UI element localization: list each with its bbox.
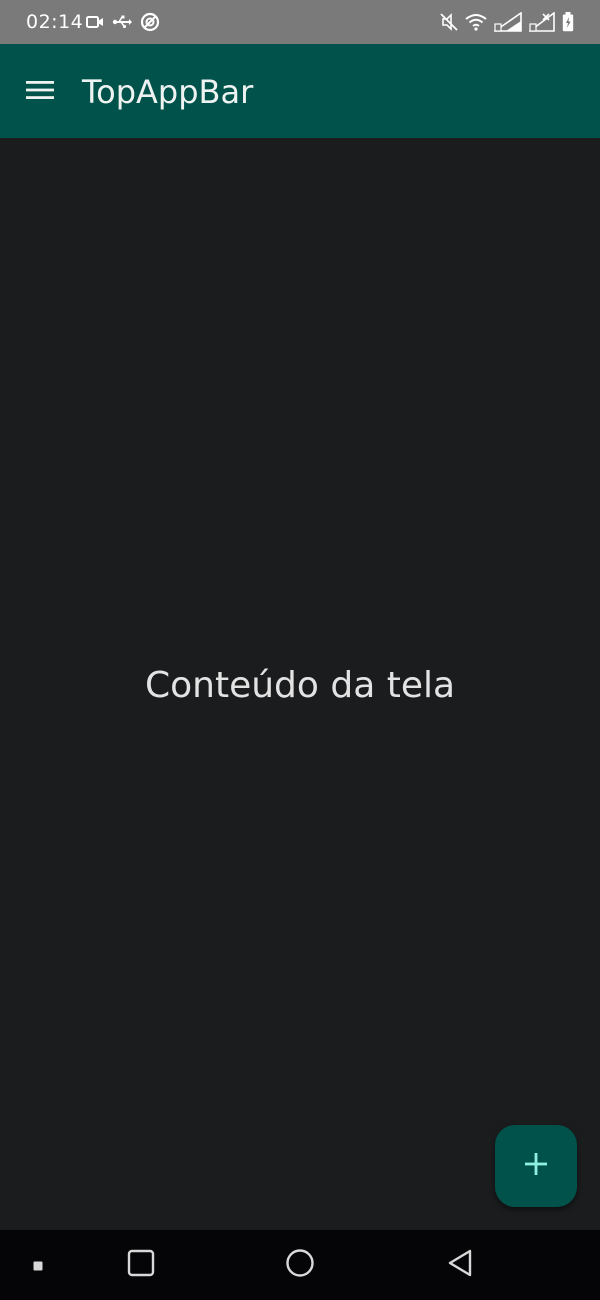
recents-button[interactable] <box>22 1230 54 1300</box>
system-nav-bar <box>0 1230 600 1300</box>
plus-icon <box>524 1152 548 1180</box>
signal-no-data-icon <box>529 12 555 32</box>
status-bar: 02:14 <box>0 0 600 44</box>
home-circle-icon <box>285 1248 315 1282</box>
back-triangle-icon <box>447 1248 473 1282</box>
overview-button[interactable] <box>120 1230 162 1300</box>
status-right-icons <box>440 11 574 33</box>
app-title: TopAppBar <box>82 73 254 111</box>
status-left-icons <box>86 11 160 33</box>
back-button[interactable] <box>440 1230 480 1300</box>
recents-dot-icon <box>33 1256 43 1275</box>
status-time: 02:14 <box>26 11 84 33</box>
menu-button[interactable] <box>20 72 60 112</box>
overview-square-icon <box>127 1249 155 1281</box>
usb-icon <box>112 15 132 29</box>
home-button[interactable] <box>279 1230 321 1300</box>
video-icon <box>86 15 104 29</box>
menu-icon <box>26 79 54 105</box>
wifi-icon <box>465 13 487 31</box>
content-text: Conteúdo da tela <box>144 665 456 706</box>
top-app-bar: TopAppBar <box>0 44 600 138</box>
add-fab-button[interactable] <box>495 1125 577 1207</box>
battery-icon <box>562 12 574 32</box>
signal-icon <box>494 12 522 32</box>
sync-icon <box>140 12 160 32</box>
mute-icon <box>440 13 458 31</box>
